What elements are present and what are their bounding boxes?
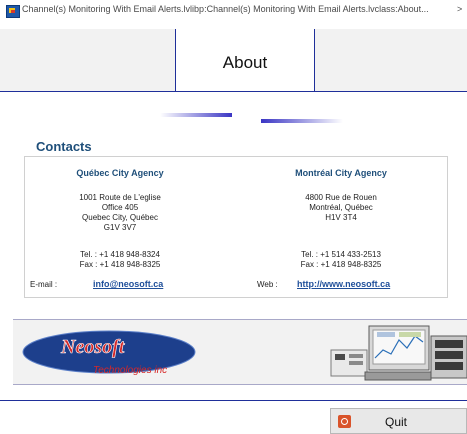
page-title: About [222, 53, 268, 72]
montreal-address-line: 4800 Rue de Rouen [305, 193, 377, 202]
decorative-bar-left [160, 113, 232, 117]
montreal-tel: Tel. : +1 514 433-2513 [301, 250, 381, 259]
test-instrument-picture [330, 325, 467, 381]
quebec-address-line: Office 405 [101, 203, 139, 212]
contacts-panel: Québec City Agency 1001 Route de L'eglis… [24, 156, 448, 298]
montreal-address-line: H1V 3T4 [325, 213, 357, 222]
email-link[interactable]: info@neosoft.ca [93, 279, 163, 289]
quebec-agency-title: Québec City Agency [76, 168, 164, 178]
header-divider [0, 91, 467, 92]
quebec-address-line: Quebec City, Québec [82, 213, 158, 222]
footer-divider [0, 400, 467, 401]
quebec-phone: Tel. : +1 418 948-8324 Fax : +1 418 948-… [65, 250, 175, 270]
montreal-fax: Fax : +1 418 948-8325 [300, 260, 382, 269]
montreal-address: 4800 Rue de Rouen Montréal, Québec H1V 3… [285, 193, 397, 223]
web-link[interactable]: http://www.neosoft.ca [297, 279, 390, 289]
title-overflow-chevron-icon[interactable]: > [457, 4, 462, 14]
quebec-address: 1001 Route de L'eglise Office 405 Quebec… [65, 193, 175, 233]
montreal-phone: Tel. : +1 514 433-2513 Fax : +1 418 948-… [285, 250, 397, 270]
neosoft-banner: Neosoft Technologies inc [13, 319, 467, 385]
montreal-address-line: Montréal, Québec [309, 203, 373, 212]
power-icon [338, 415, 351, 428]
labview-app-icon [6, 5, 20, 18]
svg-text:Neosoft: Neosoft [60, 336, 126, 358]
contacts-heading: Contacts [36, 139, 92, 154]
montreal-agency-title: Montréal City Agency [295, 168, 387, 178]
email-label: E-mail : [30, 280, 58, 289]
quit-button[interactable]: Quit [330, 408, 467, 434]
neosoft-logo: Neosoft Technologies inc [22, 325, 467, 381]
quit-label: Quit [385, 415, 408, 429]
about-header-box: About [175, 29, 315, 91]
quebec-address-line: 1001 Route de L'eglise [79, 193, 161, 202]
quebec-tel: Tel. : +1 418 948-8324 [80, 250, 160, 259]
web-label: Web : [257, 280, 278, 289]
quebec-address-line: G1V 3V7 [103, 223, 137, 232]
decorative-bar-right [261, 119, 343, 123]
svg-text:Technologies inc: Technologies inc [93, 365, 167, 376]
quebec-fax: Fax : +1 418 948-8325 [79, 260, 161, 269]
title-bar: Channel(s) Monitoring With Email Alerts.… [0, 0, 467, 22]
window-title: Channel(s) Monitoring With Email Alerts.… [22, 4, 429, 14]
